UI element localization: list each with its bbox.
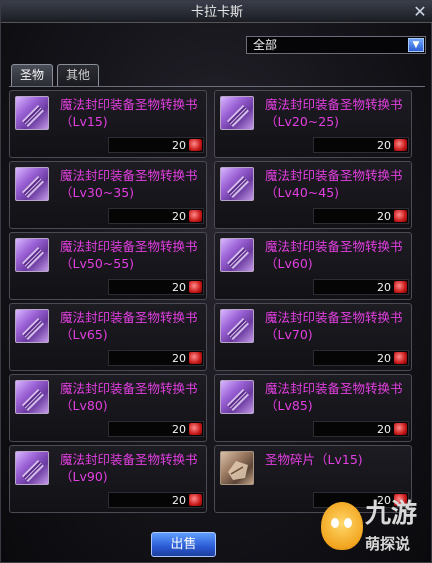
category-dropdown[interactable]: 全部 ▼	[246, 36, 426, 54]
scroll-icon[interactable]	[15, 380, 49, 414]
price-field: 20	[313, 279, 409, 295]
tab-divider	[9, 86, 425, 87]
item-card[interactable]: 魔法封印装备圣物转换书（Lv60) 20	[214, 232, 412, 300]
item-card[interactable]: 魔法封印装备圣物转换书（Lv90) 20	[9, 445, 207, 513]
currency-gem-icon	[394, 352, 407, 364]
currency-gem-icon	[394, 281, 407, 293]
item-card[interactable]: 魔法封印装备圣物转换书（Lv40~45) 20	[214, 161, 412, 229]
close-icon[interactable]: ✕	[411, 3, 429, 21]
item-name: 魔法封印装备圣物转换书（Lv90)	[60, 452, 198, 484]
item-card[interactable]: 魔法封印装备圣物转换书（Lv80) 20	[9, 374, 207, 442]
price-field: 20	[313, 350, 409, 366]
currency-gem-icon	[394, 423, 407, 435]
item-name: 魔法封印装备圣物转换书（Lv80)	[60, 381, 198, 413]
item-price: 20	[172, 139, 186, 152]
price-field: 20	[108, 350, 204, 366]
price-field: 20	[313, 421, 409, 437]
item-name: 魔法封印装备圣物转换书（Lv20~25)	[265, 97, 403, 129]
price-field: 20	[313, 208, 409, 224]
currency-gem-icon	[394, 139, 407, 151]
price-field: 20	[313, 137, 409, 153]
dropdown-arrow-icon[interactable]: ▼	[408, 38, 424, 52]
price-field: 20	[108, 492, 204, 508]
item-name: 圣物碎片（Lv15)	[265, 452, 363, 467]
item-price: 20	[377, 281, 391, 294]
currency-gem-icon	[189, 210, 202, 222]
currency-gem-icon	[189, 281, 202, 293]
scroll-icon[interactable]	[220, 96, 254, 130]
currency-gem-icon	[189, 423, 202, 435]
watermark-brand: 九游	[365, 499, 418, 529]
item-name: 魔法封印装备圣物转换书（Lv65)	[60, 310, 198, 342]
currency-gem-icon	[189, 352, 202, 364]
item-card[interactable]: 魔法封印装备圣物转换书（Lv15) 20	[9, 90, 207, 158]
tab-other[interactable]: 其他	[57, 64, 99, 86]
fragment-icon[interactable]	[220, 451, 254, 485]
watermark-sub: 萌探说	[365, 535, 411, 553]
item-name: 魔法封印装备圣物转换书（Lv70)	[265, 310, 403, 342]
item-name: 魔法封印装备圣物转换书（Lv40~45)	[265, 168, 403, 200]
title-bar[interactable]: 卡拉卡斯 ✕	[1, 1, 432, 23]
item-card[interactable]: 魔法封印装备圣物转换书（Lv20~25) 20	[214, 90, 412, 158]
scroll-icon[interactable]	[220, 167, 254, 201]
item-card[interactable]: 魔法封印装备圣物转换书（Lv70) 20	[214, 303, 412, 371]
price-field: 20	[108, 421, 204, 437]
sell-button[interactable]: 出售	[151, 532, 216, 557]
item-name: 魔法封印装备圣物转换书（Lv60)	[265, 239, 403, 271]
price-field: 20	[108, 279, 204, 295]
tab-relics[interactable]: 圣物	[11, 64, 53, 86]
category-dropdown-value: 全部	[253, 38, 278, 52]
item-card[interactable]: 魔法封印装备圣物转换书（Lv65) 20	[9, 303, 207, 371]
currency-gem-icon	[189, 494, 202, 506]
price-field: 20	[108, 208, 204, 224]
scroll-icon[interactable]	[220, 309, 254, 343]
item-name: 魔法封印装备圣物转换书（Lv50~55)	[60, 239, 198, 271]
watermark: 九游 萌探说	[321, 498, 427, 560]
currency-gem-icon	[394, 210, 407, 222]
item-price: 20	[172, 210, 186, 223]
item-price: 20	[377, 210, 391, 223]
item-name: 魔法封印装备圣物转换书（Lv30~35)	[60, 168, 198, 200]
item-price: 20	[377, 352, 391, 365]
item-name: 魔法封印装备圣物转换书（Lv15)	[60, 97, 198, 129]
item-price: 20	[172, 352, 186, 365]
scroll-icon[interactable]	[220, 380, 254, 414]
item-grid: 魔法封印装备圣物转换书（Lv15) 20 魔法封印装备圣物转换书（Lv20~25) 2…	[9, 90, 419, 516]
shop-window: 卡拉卡斯 ✕ 全部 ▼ 圣物 其他 魔法封印装备圣物转换书（Lv15) 20 魔法封…	[0, 0, 432, 563]
scroll-icon[interactable]	[15, 96, 49, 130]
item-card[interactable]: 魔法封印装备圣物转换书（Lv85) 20	[214, 374, 412, 442]
item-name: 魔法封印装备圣物转换书（Lv85)	[265, 381, 403, 413]
price-field: 20	[108, 137, 204, 153]
window-title: 卡拉卡斯	[190, 5, 243, 20]
item-price: 20	[377, 423, 391, 436]
item-price: 20	[172, 423, 186, 436]
scroll-icon[interactable]	[15, 238, 49, 272]
item-price: 20	[377, 139, 391, 152]
scroll-icon[interactable]	[220, 238, 254, 272]
currency-gem-icon	[189, 139, 202, 151]
item-price: 20	[172, 494, 186, 507]
item-card[interactable]: 魔法封印装备圣物转换书（Lv30~35) 20	[9, 161, 207, 229]
scroll-icon[interactable]	[15, 167, 49, 201]
scroll-icon[interactable]	[15, 309, 49, 343]
mascot-logo-icon	[321, 502, 363, 550]
item-card[interactable]: 魔法封印装备圣物转换书（Lv50~55) 20	[9, 232, 207, 300]
scroll-icon[interactable]	[15, 451, 49, 485]
item-price: 20	[172, 281, 186, 294]
